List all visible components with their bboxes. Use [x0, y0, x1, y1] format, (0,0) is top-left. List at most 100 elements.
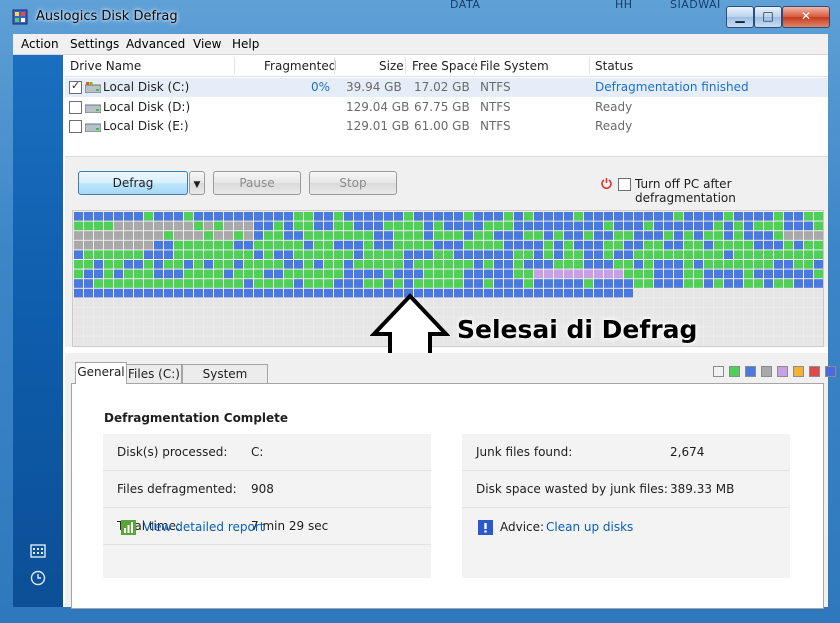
- drive-row-d[interactable]: Local Disk (D:) 129.04 GB 67.75 GB NTFS …: [65, 98, 828, 117]
- drive-checkbox[interactable]: [69, 79, 82, 94]
- tab-general[interactable]: General: [75, 362, 127, 384]
- legend-swatch[interactable]: [713, 366, 724, 377]
- view-report-link[interactable]: View detailed report: [143, 520, 264, 534]
- drive-checkbox[interactable]: [69, 120, 82, 133]
- close-button[interactable]: ✕: [782, 6, 830, 28]
- tab-system-health[interactable]: System Health: [182, 364, 268, 400]
- cluster-block: [634, 212, 643, 221]
- cluster-block: [274, 250, 283, 259]
- cluster-block: [74, 288, 83, 298]
- drive-free-space: 61.00 GB: [414, 119, 470, 133]
- menu-action[interactable]: Action: [21, 37, 59, 51]
- cluster-block: [574, 288, 583, 298]
- turn-off-checkbox[interactable]: [618, 178, 631, 191]
- defrag-button[interactable]: Defrag: [78, 171, 188, 195]
- legend-swatch[interactable]: [777, 366, 788, 377]
- cluster-block: [254, 317, 263, 327]
- tab-files[interactable]: Files (C:): [126, 364, 182, 384]
- cluster-block: [124, 298, 133, 307]
- drive-row-e[interactable]: Local Disk (E:) 129.01 GB 61.00 GB NTFS …: [65, 117, 828, 136]
- maximize-button[interactable]: □: [754, 6, 782, 28]
- column-file-system[interactable]: File System: [480, 59, 549, 73]
- cluster-block: [274, 221, 283, 231]
- cluster-block: [164, 231, 173, 240]
- cluster-block: [594, 269, 603, 279]
- cluster-block: [204, 327, 213, 336]
- cluster-block: [604, 250, 613, 259]
- column-fragmented[interactable]: Fragmented: [264, 59, 336, 73]
- cluster-block: [364, 221, 373, 231]
- cluster-block: [564, 250, 573, 259]
- cluster-block: [134, 317, 143, 327]
- legend-swatch[interactable]: [745, 366, 756, 377]
- menu-advanced[interactable]: Advanced: [126, 37, 185, 51]
- menu-help[interactable]: Help: [232, 37, 259, 51]
- cluster-block: [634, 288, 643, 298]
- cluster-block: [674, 260, 683, 269]
- cluster-block: [144, 336, 153, 346]
- legend-swatch[interactable]: [825, 366, 836, 377]
- clock-icon[interactable]: [30, 570, 46, 586]
- cluster-block: [794, 288, 803, 298]
- cluster-block: [764, 250, 773, 259]
- cluster-block: [644, 260, 653, 269]
- cluster-block: [244, 231, 253, 240]
- cluster-block: [324, 279, 333, 288]
- cluster-block: [74, 327, 83, 336]
- cluster-block: [814, 231, 823, 240]
- cluster-block: [814, 240, 823, 250]
- column-drive-name[interactable]: Drive Name: [70, 59, 141, 73]
- cluster-block: [704, 317, 713, 327]
- cluster-block: [134, 288, 143, 298]
- legend-swatch[interactable]: [793, 366, 804, 377]
- cluster-block: [544, 221, 553, 231]
- cluster-block: [84, 298, 93, 307]
- cluster-block: [244, 250, 253, 259]
- drive-checkbox[interactable]: [69, 101, 82, 114]
- menu-settings[interactable]: Settings: [70, 37, 119, 51]
- cluster-block: [294, 231, 303, 240]
- cluster-block: [434, 279, 443, 288]
- calendar-icon[interactable]: [30, 543, 46, 559]
- stop-button[interactable]: Stop: [309, 171, 397, 195]
- defrag-dropdown-button[interactable]: ▼: [189, 171, 205, 195]
- window-title: Auslogics Disk Defrag: [36, 9, 178, 24]
- minimize-button[interactable]: ▁: [726, 6, 754, 28]
- cluster-block: [524, 240, 533, 250]
- cluster-block: [104, 336, 113, 346]
- cluster-block: [814, 317, 823, 327]
- drive-name: Local Disk (D:): [103, 100, 191, 114]
- cluster-block: [684, 260, 693, 269]
- column-free-space[interactable]: Free Space: [412, 59, 478, 73]
- cluster-block: [694, 288, 703, 298]
- drive-file-system: NTFS: [480, 100, 511, 114]
- clean-up-link[interactable]: Clean up disks: [546, 520, 633, 534]
- column-size[interactable]: Size: [379, 59, 404, 73]
- cluster-block: [514, 212, 523, 221]
- pause-button[interactable]: Pause: [213, 171, 301, 195]
- cluster-block: [284, 250, 293, 259]
- cluster-block: [164, 336, 173, 346]
- legend-swatch[interactable]: [761, 366, 772, 377]
- drive-row-c[interactable]: Local Disk (C:) 0% 39.94 GB 17.02 GB NTF…: [65, 78, 828, 97]
- cluster-block: [574, 221, 583, 231]
- cluster-block: [594, 250, 603, 259]
- cluster-block: [184, 279, 193, 288]
- drive-size: 129.01 GB: [346, 119, 410, 133]
- cluster-block: [164, 279, 173, 288]
- cluster-block: [364, 279, 373, 288]
- drive-status: Defragmentation finished: [595, 80, 749, 94]
- cluster-block: [304, 327, 313, 336]
- menu-bar: Action Settings Advanced View Help: [13, 34, 828, 55]
- cluster-block: [684, 269, 693, 279]
- column-status[interactable]: Status: [595, 59, 633, 73]
- cluster-block: [804, 308, 813, 317]
- legend-swatch[interactable]: [809, 366, 820, 377]
- legend-swatch[interactable]: [729, 366, 740, 377]
- menu-view[interactable]: View: [193, 37, 221, 51]
- title-bar[interactable]: Auslogics Disk Defrag ▁ □ ✕: [0, 0, 840, 34]
- cluster-block: [564, 231, 573, 240]
- cluster-block: [74, 240, 83, 250]
- cluster-block: [534, 221, 543, 231]
- windows-drive-icon: [85, 82, 101, 93]
